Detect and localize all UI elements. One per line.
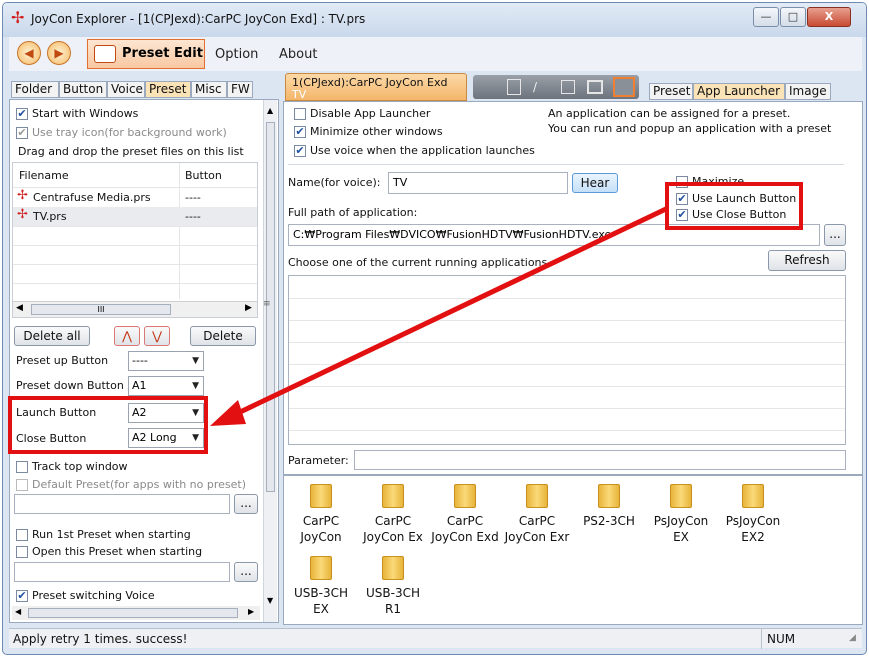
annotation-arrow <box>210 205 670 426</box>
